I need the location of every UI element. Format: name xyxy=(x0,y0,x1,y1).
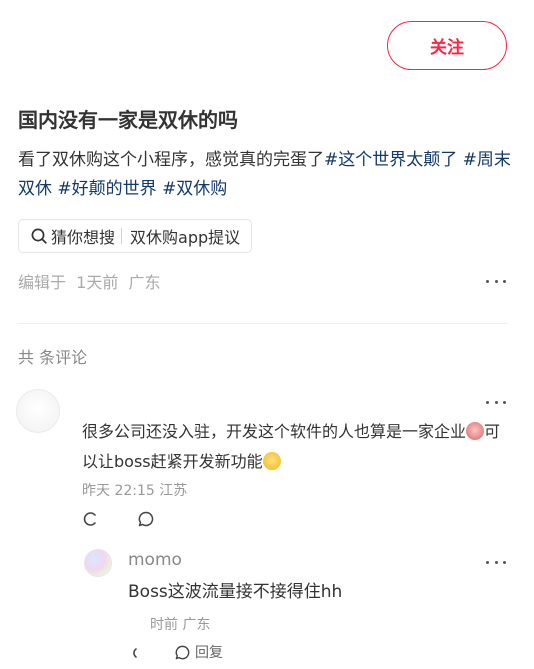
avatar[interactable] xyxy=(84,549,112,577)
reply-more-icon[interactable] xyxy=(486,554,506,570)
avatar[interactable] xyxy=(16,389,60,433)
post-title: 国内没有一家是双休的吗 xyxy=(18,108,238,132)
hashtag-link[interactable]: #这个世界太颠了 xyxy=(324,150,457,170)
comment-more-icon[interactable] xyxy=(486,394,506,410)
hashtag-link[interactable]: #双休购 xyxy=(162,179,227,199)
reply-username[interactable]: momo xyxy=(128,550,182,570)
divider xyxy=(18,323,508,324)
reply-text: Boss这波流量接不接得住hh xyxy=(128,582,343,602)
more-options-icon[interactable] xyxy=(486,273,506,289)
reply-button[interactable]: 回复 xyxy=(174,642,223,662)
post-meta: 编辑于 1天前 广东 xyxy=(18,273,161,292)
search-chip-prefix: 猜你想搜 xyxy=(51,228,116,247)
search-suggestion-chip[interactable]: 猜你想搜 双休购app提议 xyxy=(18,219,253,253)
post-body-text: 看了双休购这个小程序，感觉真的完蛋了 xyxy=(18,150,324,170)
emoji-icon xyxy=(466,422,485,440)
follow-button[interactable]: 关注 xyxy=(387,21,507,70)
emoji-icon xyxy=(262,452,281,470)
comments-count: 共 条评论 xyxy=(18,348,88,367)
comment-icon xyxy=(174,644,191,661)
comment-reply-icon[interactable] xyxy=(137,510,155,528)
reply-button-label: 回复 xyxy=(195,645,223,661)
chip-divider xyxy=(121,228,123,244)
hashtag-link[interactable]: #好颠的世界 xyxy=(57,179,156,199)
comment-meta: 昨天 22:15 江苏 xyxy=(82,483,188,499)
like-icon[interactable] xyxy=(82,510,100,528)
search-chip-query: 双休购app提议 xyxy=(130,228,241,247)
reply-meta: 时前 广东 xyxy=(150,617,211,633)
comment-text-part: 很多公司还没入驻，开发这个软件的人也算是一家企业 xyxy=(82,422,467,441)
comment-text: 很多公司还没入驻，开发这个软件的人也算是一家企业 可以让boss赶紧开发新功能 xyxy=(82,417,510,477)
post-body: 看了双休购这个小程序，感觉真的完蛋了#这个世界太颠了 #周末双休 #好颠的世界 … xyxy=(18,146,518,204)
like-icon[interactable] xyxy=(126,644,144,662)
search-icon xyxy=(30,227,48,245)
